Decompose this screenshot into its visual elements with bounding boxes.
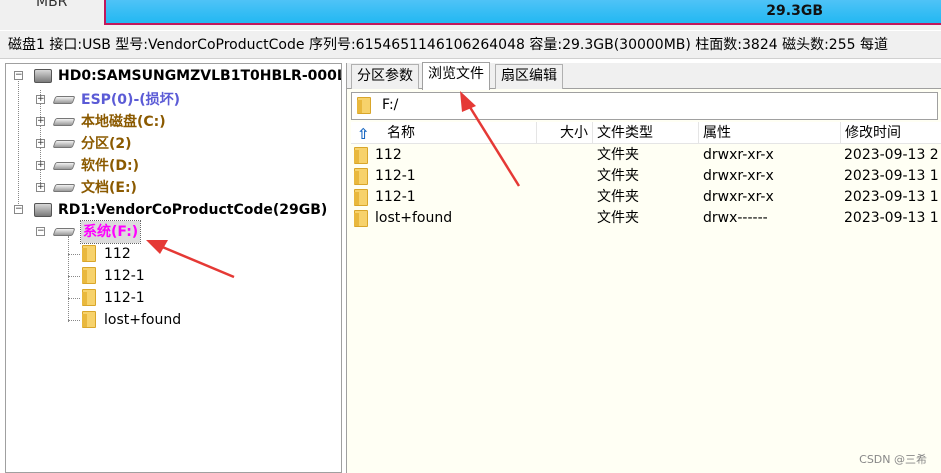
column-name[interactable]: 名称 — [387, 122, 537, 144]
partition-icon — [52, 96, 76, 104]
file-attributes: drwxr-xr-x — [703, 168, 774, 184]
file-name: 112-1 — [375, 189, 416, 205]
column-type[interactable]: 文件类型 — [593, 122, 699, 144]
tree-node-esp[interactable]: + ESP(0)-(损坏) — [6, 89, 341, 111]
tree-node-system-f[interactable]: − 系统(F:) — [6, 220, 341, 244]
tab-partition-params[interactable]: 分区参数 — [351, 64, 419, 89]
file-row[interactable]: 112-1 文件夹 drwxr-xr-x 2023-09-13 1 — [351, 166, 941, 187]
file-modified: 2023-09-13 1 — [844, 168, 939, 184]
tree-node-hd0[interactable]: − HD0:SAMSUNGMZVLB1T0HBLR-000L7 — [6, 65, 342, 87]
browser-panel: 分区参数 浏览文件 扇区编辑 F:/ ⇧ 名称 大小 文件类型 属性 修改时间 … — [346, 62, 941, 473]
column-attributes[interactable]: 属性 — [699, 122, 841, 144]
expand-icon[interactable]: + — [36, 183, 45, 192]
column-modified[interactable]: 修改时间 — [841, 122, 941, 144]
file-modified: 2023-09-13 1 — [844, 189, 939, 205]
hard-disk-icon — [34, 69, 52, 83]
expand-icon[interactable]: + — [36, 117, 45, 126]
tree-node-label: 分区(2) — [81, 136, 132, 152]
file-row[interactable]: lost+found 文件夹 drwx------ 2023-09-13 1 — [351, 208, 941, 229]
removable-disk-icon — [34, 203, 52, 217]
tree-folder-label: 112-1 — [104, 268, 145, 284]
folder-icon — [354, 147, 368, 164]
tree-node-partition-2[interactable]: + 分区(2) — [6, 133, 341, 155]
file-attributes: drwxr-xr-x — [703, 189, 774, 205]
folder-icon — [82, 267, 96, 284]
tab-strip: 分区参数 浏览文件 扇区编辑 — [347, 62, 941, 90]
file-modified: 2023-09-13 1 — [844, 210, 939, 226]
tree-node-label: 软件(D:) — [81, 158, 140, 174]
tree-node-d-drive[interactable]: + 软件(D:) — [6, 155, 341, 177]
tree-folder[interactable]: 112 — [6, 243, 341, 265]
file-modified: 2023-09-13 2 — [844, 147, 939, 163]
disk-tree[interactable]: − HD0:SAMSUNGMZVLB1T0HBLR-000L7 + ESP(0)… — [5, 63, 342, 473]
tree-folder[interactable]: 112-1 — [6, 287, 341, 309]
file-type: 文件夹 — [597, 168, 639, 184]
folder-icon — [354, 189, 368, 206]
partition-size-label: 29.3GB — [766, 3, 823, 19]
expand-icon[interactable]: + — [36, 161, 45, 170]
tree-folder[interactable]: lost+found — [6, 309, 341, 331]
collapse-icon[interactable]: − — [36, 227, 45, 236]
file-row[interactable]: 112 文件夹 drwxr-xr-x 2023-09-13 2 — [351, 145, 941, 166]
expand-icon[interactable]: + — [36, 95, 45, 104]
tree-node-label: RD1:VendorCoProductCode(29GB) — [58, 202, 328, 218]
folder-icon — [82, 289, 96, 306]
folder-icon — [82, 245, 96, 262]
mbr-cell: MBR — [0, 0, 104, 30]
file-name: lost+found — [375, 210, 453, 226]
collapse-icon[interactable]: − — [14, 71, 23, 80]
folder-icon — [82, 311, 96, 328]
collapse-icon[interactable]: − — [14, 205, 23, 214]
tree-node-label: HD0:SAMSUNGMZVLB1T0HBLR-000L7 — [58, 68, 342, 84]
watermark: CSDN @三希 — [859, 453, 927, 466]
tree-folder[interactable]: 112-1 — [6, 265, 341, 287]
file-row[interactable]: 112-1 文件夹 drwxr-xr-x 2023-09-13 1 — [351, 187, 941, 208]
tree-folder-label: 112-1 — [104, 290, 145, 306]
tree-node-rd1[interactable]: − RD1:VendorCoProductCode(29GB) — [6, 199, 341, 221]
file-attributes: drwx------ — [703, 210, 768, 226]
disk-info-bar: 磁盘1 接口:USB 型号:VendorCoProductCode 序列号:61… — [0, 31, 941, 59]
partition-icon — [52, 118, 76, 126]
partition-icon — [52, 184, 76, 192]
mbr-label: MBR — [36, 0, 68, 10]
tree-node-c-drive[interactable]: + 本地磁盘(C:) — [6, 111, 341, 133]
path-bar[interactable]: F:/ — [351, 92, 938, 120]
file-type: 文件夹 — [597, 189, 639, 205]
path-text: F:/ — [382, 97, 399, 113]
file-list-header: ⇧ 名称 大小 文件类型 属性 修改时间 — [351, 122, 941, 144]
partition-icon — [52, 228, 76, 236]
tab-sector-edit[interactable]: 扇区编辑 — [495, 64, 563, 89]
tree-folder-label: 112 — [104, 246, 131, 262]
tree-node-label: 本地磁盘(C:) — [81, 114, 166, 130]
partition-icon — [52, 162, 76, 170]
tree-node-label: 文档(E:) — [81, 180, 137, 196]
file-name: 112 — [375, 147, 402, 163]
folder-icon — [354, 210, 368, 227]
file-attributes: drwxr-xr-x — [703, 147, 774, 163]
tab-browse-files[interactable]: 浏览文件 — [422, 62, 490, 90]
tree-folder-label: lost+found — [104, 312, 182, 328]
file-name: 112-1 — [375, 168, 416, 184]
up-arrow-icon[interactable]: ⇧ — [357, 125, 370, 143]
folder-icon — [357, 97, 371, 114]
expand-icon[interactable]: + — [36, 139, 45, 148]
folder-icon — [354, 168, 368, 185]
partition-icon — [52, 140, 76, 148]
column-size[interactable]: 大小 — [537, 122, 593, 144]
tree-node-e-drive[interactable]: + 文档(E:) — [6, 177, 341, 199]
file-type: 文件夹 — [597, 147, 639, 163]
tree-node-label: ESP(0)-(损坏) — [81, 92, 181, 108]
tree-node-label-selected: 系统(F:) — [79, 220, 142, 244]
partition-bar[interactable]: 29.3GB — [104, 0, 941, 25]
partition-map-strip: MBR 29.3GB — [0, 0, 941, 30]
file-type: 文件夹 — [597, 210, 639, 226]
